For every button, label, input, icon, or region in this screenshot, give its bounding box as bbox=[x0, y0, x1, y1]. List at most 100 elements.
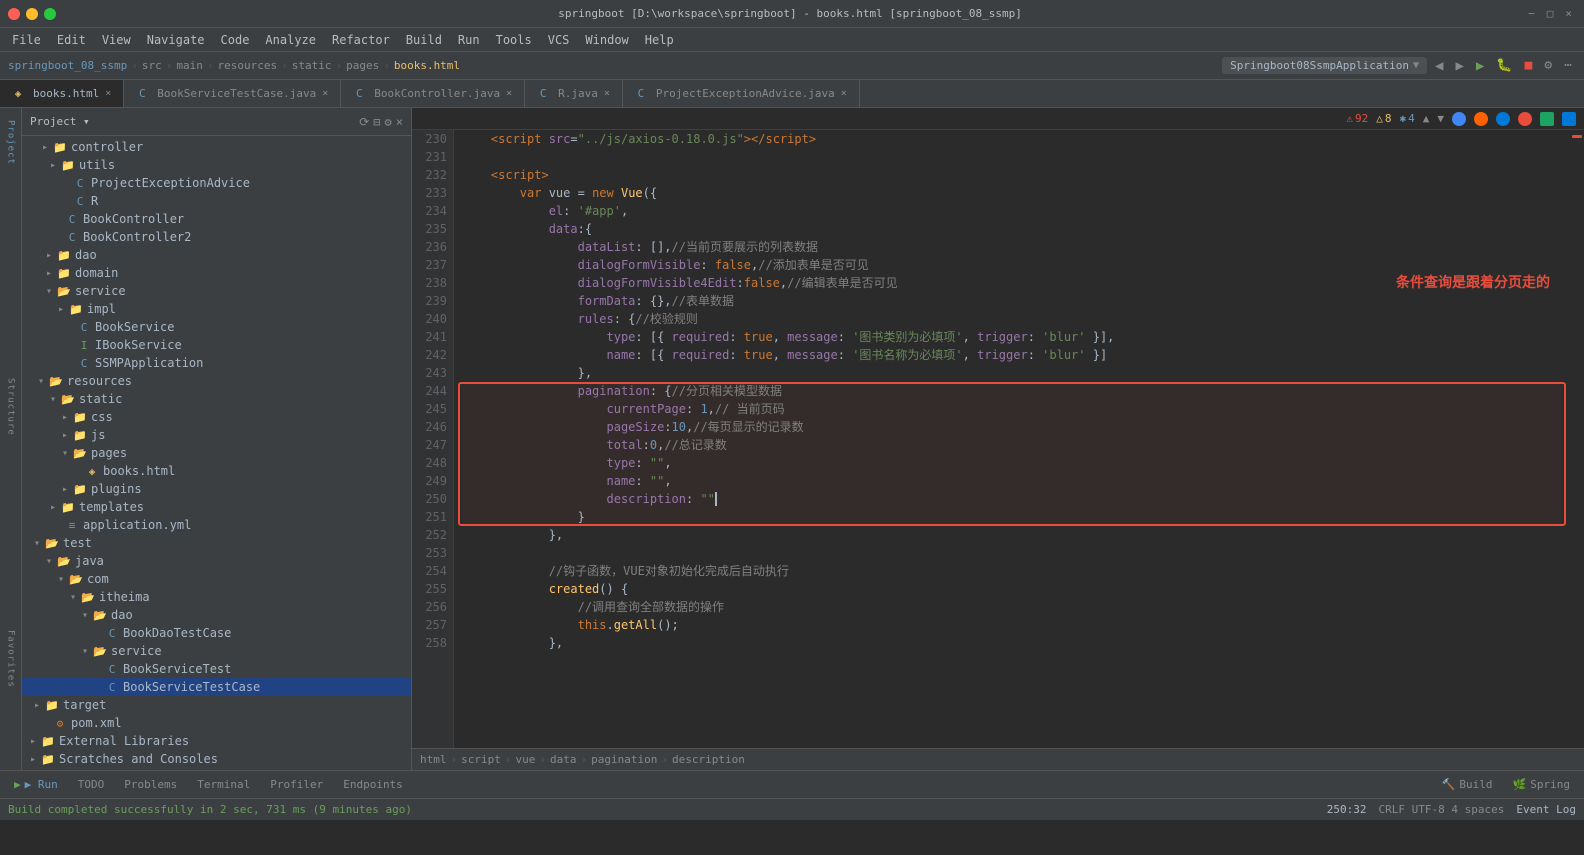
tab-close-r-java[interactable]: × bbox=[602, 87, 612, 100]
profiler-btn[interactable]: Profiler bbox=[264, 776, 329, 793]
sidebar-close-icon[interactable]: × bbox=[396, 115, 403, 129]
tree-item-ibookservice[interactable]: I IBookService bbox=[22, 336, 411, 354]
breadcrumb-bottom-script[interactable]: script bbox=[461, 753, 501, 766]
menu-edit[interactable]: Edit bbox=[49, 31, 94, 49]
tab-projectexceptionadvice[interactable]: C ProjectExceptionAdvice.java × bbox=[623, 80, 860, 108]
menu-run[interactable]: Run bbox=[450, 31, 488, 49]
tree-item-utils[interactable]: ▸ 📁 utils bbox=[22, 156, 411, 174]
tree-item-bookdaotestcase[interactable]: C BookDaoTestCase bbox=[22, 624, 411, 642]
run-config-selector[interactable]: Springboot08SsmpApplication ▼ bbox=[1222, 57, 1427, 74]
tree-item-pomxml[interactable]: ⚙ pom.xml bbox=[22, 714, 411, 732]
menu-tools[interactable]: Tools bbox=[488, 31, 540, 49]
structure-panel-toggle[interactable]: Structure bbox=[2, 382, 20, 432]
problems-btn[interactable]: Problems bbox=[118, 776, 183, 793]
endpoints-btn[interactable]: Endpoints bbox=[337, 776, 409, 793]
breadcrumb-bottom-description[interactable]: description bbox=[672, 753, 745, 766]
tree-item-static[interactable]: ▾ 📂 static bbox=[22, 390, 411, 408]
tree-item-impl[interactable]: ▸ 📁 impl bbox=[22, 300, 411, 318]
run-forward-btn[interactable]: ▶ bbox=[1451, 56, 1467, 76]
tree-item-com-test[interactable]: ▾ 📂 com bbox=[22, 570, 411, 588]
menu-file[interactable]: File bbox=[4, 31, 49, 49]
settings-btn[interactable]: ⚙ bbox=[1540, 56, 1556, 75]
project-panel-toggle[interactable]: Project bbox=[2, 112, 20, 172]
code-editor[interactable]: <script src="../js/axios-0.18.0.js"></sc… bbox=[454, 130, 1570, 748]
tree-item-bookshtml[interactable]: ◈ books.html bbox=[22, 462, 411, 480]
right-indicator[interactable] bbox=[1570, 130, 1584, 748]
error-count[interactable]: ⚠ 92 bbox=[1346, 112, 1368, 125]
tree-item-service-test[interactable]: ▾ 📂 service bbox=[22, 642, 411, 660]
breadcrumb-project[interactable]: springboot_08_ssmp bbox=[8, 59, 127, 72]
tree-item-plugins[interactable]: ▸ 📁 plugins bbox=[22, 480, 411, 498]
close-icon[interactable] bbox=[8, 8, 20, 20]
minimize-icon[interactable] bbox=[26, 8, 38, 20]
nav-up-icon[interactable]: ▲ bbox=[1423, 112, 1430, 125]
opera-icon[interactable] bbox=[1518, 112, 1532, 126]
tree-item-target[interactable]: ▸ 📁 target bbox=[22, 696, 411, 714]
tree-item-bookcontroller[interactable]: C BookController bbox=[22, 210, 411, 228]
tab-close-bookservice-testcase[interactable]: × bbox=[320, 87, 330, 100]
tree-item-pages[interactable]: ▾ 📂 pages bbox=[22, 444, 411, 462]
tree-item-bookservicetestcase[interactable]: C BookServiceTestCase bbox=[22, 678, 411, 696]
tree-item-external-libraries[interactable]: ▸ 📁 External Libraries bbox=[22, 732, 411, 750]
tree-item-test[interactable]: ▾ 📂 test bbox=[22, 534, 411, 552]
todo-btn[interactable]: TODO bbox=[72, 776, 111, 793]
menu-view[interactable]: View bbox=[94, 31, 139, 49]
tree-item-js[interactable]: ▸ 📁 js bbox=[22, 426, 411, 444]
breadcrumb-bottom-data[interactable]: data bbox=[550, 753, 577, 766]
tree-item-controller[interactable]: ▸ 📁 controller bbox=[22, 138, 411, 156]
info-count[interactable]: ✱ 4 bbox=[1400, 112, 1415, 125]
run-bottom-btn[interactable]: ▶ ▶ Run bbox=[8, 776, 64, 793]
maximize-icon[interactable] bbox=[44, 8, 56, 20]
more-btn[interactable]: ⋯ bbox=[1560, 56, 1576, 75]
sidebar-collapse-icon[interactable]: ⊟ bbox=[373, 115, 380, 129]
tab-bookservice-testcase[interactable]: C BookServiceTestCase.java × bbox=[124, 80, 341, 108]
tab-close-books-html[interactable]: × bbox=[103, 87, 113, 100]
menu-vcs[interactable]: VCS bbox=[540, 31, 578, 49]
tree-item-projectexceptionadvice[interactable]: C ProjectExceptionAdvice bbox=[22, 174, 411, 192]
tree-item-application-yml[interactable]: ≡ application.yml bbox=[22, 516, 411, 534]
nav-down-icon[interactable]: ▼ bbox=[1437, 112, 1444, 125]
tab-close-projectexceptionadvice[interactable]: × bbox=[839, 87, 849, 100]
tree-item-service[interactable]: ▾ 📂 service bbox=[22, 282, 411, 300]
tree-item-resources[interactable]: ▾ 📂 resources bbox=[22, 372, 411, 390]
window-restore-btn[interactable]: □ bbox=[1543, 7, 1558, 20]
stop-btn[interactable]: ■ bbox=[1521, 56, 1537, 75]
tree-item-itheima[interactable]: ▾ 📂 itheima bbox=[22, 588, 411, 606]
tab-close-bookcontroller[interactable]: × bbox=[504, 87, 514, 100]
window-actions[interactable]: − □ × bbox=[1524, 7, 1576, 20]
menu-analyze[interactable]: Analyze bbox=[257, 31, 324, 49]
warning-count[interactable]: △ 8 bbox=[1376, 112, 1391, 125]
tree-item-ssmpapp[interactable]: C SSMPApplication bbox=[22, 354, 411, 372]
favorites-panel-toggle[interactable]: Favorites bbox=[2, 634, 20, 684]
breadcrumb-bookshtml[interactable]: books.html bbox=[394, 59, 460, 72]
spring-bottom-btn[interactable]: 🌿 Spring bbox=[1507, 776, 1576, 793]
terminal-btn[interactable]: Terminal bbox=[191, 776, 256, 793]
tree-item-bookcontroller2[interactable]: C BookController2 bbox=[22, 228, 411, 246]
ie-icon[interactable] bbox=[1562, 112, 1576, 126]
menu-build[interactable]: Build bbox=[398, 31, 450, 49]
tree-item-r[interactable]: C R bbox=[22, 192, 411, 210]
window-controls[interactable] bbox=[8, 8, 56, 20]
debug-btn[interactable]: 🐛 bbox=[1492, 56, 1516, 75]
tree-item-bookservice[interactable]: C BookService bbox=[22, 318, 411, 336]
sidebar-sync-icon[interactable]: ⟳ bbox=[359, 115, 369, 129]
breadcrumb-static[interactable]: static bbox=[292, 59, 332, 72]
menu-window[interactable]: Window bbox=[577, 31, 636, 49]
breadcrumb-bottom-pagination[interactable]: pagination bbox=[591, 753, 657, 766]
tree-item-scratches[interactable]: ▸ 📁 Scratches and Consoles bbox=[22, 750, 411, 768]
tab-bookcontroller[interactable]: C BookController.java × bbox=[341, 80, 525, 108]
run-execute-btn[interactable]: ▶ bbox=[1472, 56, 1488, 76]
window-minimize-btn[interactable]: − bbox=[1524, 7, 1539, 20]
tree-item-bookservicetest[interactable]: C BookServiceTest bbox=[22, 660, 411, 678]
tree-item-templates[interactable]: ▸ 📁 templates bbox=[22, 498, 411, 516]
window-close-btn[interactable]: × bbox=[1561, 7, 1576, 20]
tree-item-dao[interactable]: ▸ 📁 dao bbox=[22, 246, 411, 264]
safari-icon[interactable] bbox=[1540, 112, 1554, 126]
tree-item-java-test[interactable]: ▾ 📂 java bbox=[22, 552, 411, 570]
breadcrumb-pages[interactable]: pages bbox=[346, 59, 379, 72]
tab-r-java[interactable]: C R.java × bbox=[525, 80, 623, 108]
tree-item-css[interactable]: ▸ 📁 css bbox=[22, 408, 411, 426]
tab-books-html[interactable]: ◈ books.html × bbox=[0, 80, 124, 108]
breadcrumb-resources[interactable]: resources bbox=[217, 59, 277, 72]
menu-navigate[interactable]: Navigate bbox=[139, 31, 213, 49]
